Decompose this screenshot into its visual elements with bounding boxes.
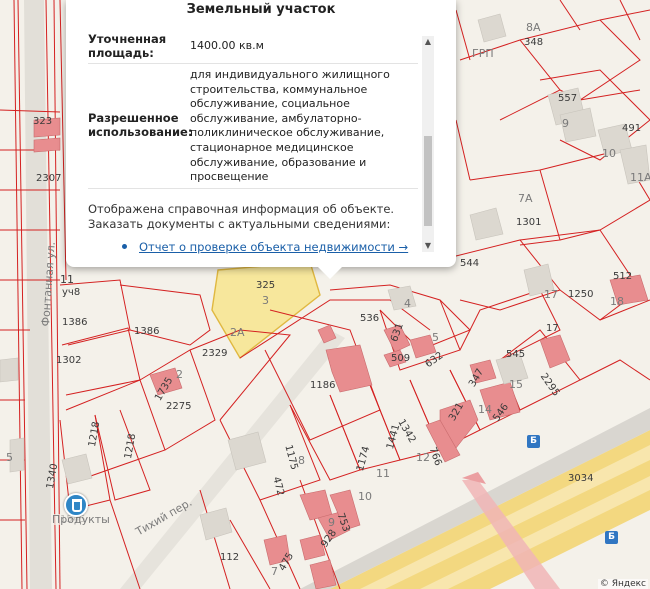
parcel-label: 1386 — [134, 326, 160, 337]
parcel-info-popup[interactable]: Земельный участок Уточненная площадь: 14… — [66, 0, 456, 279]
parcel-label: 509 — [391, 353, 411, 364]
poi-grp: ГРП — [472, 47, 494, 60]
parcel-label: 512 — [613, 271, 633, 282]
divider — [88, 188, 418, 189]
parcel-label: 544 — [460, 258, 480, 269]
parcel-label: 10 — [602, 147, 616, 160]
area-label: Уточненная площадь: — [88, 32, 167, 60]
parcel-label: 2329 — [202, 348, 228, 359]
parcel-label: 17 — [546, 323, 559, 334]
parcel-label: 1301 — [516, 217, 542, 228]
scroll-up-icon[interactable]: ▲ — [422, 36, 434, 48]
parcel-label: 348 — [524, 37, 544, 48]
parcel-label: 557 — [558, 93, 578, 104]
divider — [88, 63, 418, 64]
parcel-label: 10 — [358, 490, 372, 503]
usage-value: для индивидуального жилищного строительс… — [190, 68, 390, 184]
popup-scrollbar[interactable]: ▲ ▼ — [422, 36, 434, 252]
parcel-label: 17 — [544, 288, 558, 301]
report-link[interactable]: Отчет о проверке объекта недвижимости → — [139, 240, 408, 254]
parcel-label: уч8 — [62, 287, 81, 298]
popup-title: Земельный участок — [186, 2, 336, 17]
scroll-down-icon[interactable]: ▼ — [422, 240, 434, 252]
area-row: Уточненная площадь: 1400.00 кв.м — [88, 32, 418, 62]
parcel-label: 8А — [526, 21, 541, 34]
bullet-icon — [122, 244, 127, 249]
bus-stop-icon[interactable]: Б — [605, 531, 618, 544]
parcel-label: 3034 — [568, 473, 594, 484]
parcel-label: 9 — [562, 117, 569, 130]
area-value: 1400.00 кв.м — [190, 39, 264, 52]
info-text: Отображена справочная информация об объе… — [88, 202, 395, 231]
parcel-label: 18 — [610, 295, 624, 308]
selected-parcel-building: 3 — [262, 294, 269, 307]
parcel-label: 5 — [6, 451, 13, 464]
parcel-label: 2307 — [36, 173, 62, 184]
parcel-label: 1250 — [568, 289, 594, 300]
parcel-label: 14 — [478, 403, 492, 416]
parcel-label: 7А — [518, 192, 533, 205]
parcel-label: 1186 — [310, 380, 336, 391]
parcel-label: 12 — [416, 451, 430, 464]
scroll-thumb[interactable] — [424, 136, 432, 226]
parcel-label: 2275 — [166, 401, 192, 412]
parcel-label: 491 — [622, 123, 642, 134]
popup-pointer — [316, 265, 344, 279]
parcel-label: 536 — [360, 313, 380, 324]
parcel-label: 8 — [298, 454, 305, 467]
parcel-label: 15 — [509, 378, 523, 391]
cadastral-map[interactable]: 8А 348 557 9 491 10 11А 7А 1301 544 512 … — [0, 0, 650, 589]
usage-label: Разрешенное использование: — [88, 111, 193, 139]
parcel-label: 5 — [432, 331, 439, 344]
parcel-label: 9 — [328, 516, 335, 529]
map-attribution: © Яндекс — [597, 579, 648, 589]
selected-parcel-number: 325 — [256, 280, 276, 291]
parcel-label: 11А — [630, 171, 650, 184]
parcel-label: 1386 — [62, 317, 88, 328]
parcel-label: 1302 — [56, 355, 82, 366]
bus-stop-icon[interactable]: Б — [527, 435, 540, 448]
parcel-label: 2 — [176, 368, 183, 381]
selected-parcel-sublabel: 2А — [230, 326, 245, 339]
shop-pin-icon[interactable] — [64, 493, 88, 517]
parcel-label: 4 — [404, 297, 411, 310]
parcel-label: 545 — [506, 349, 526, 360]
parcel-label: 11 — [376, 467, 390, 480]
parcel-label: 11 — [60, 273, 74, 286]
usage-row: Разрешенное использование: для индивидуа… — [88, 68, 418, 188]
parcel-label: 323 — [33, 116, 53, 127]
parcel-label: 7 — [271, 565, 278, 578]
parcel-label: 112 — [220, 552, 240, 563]
